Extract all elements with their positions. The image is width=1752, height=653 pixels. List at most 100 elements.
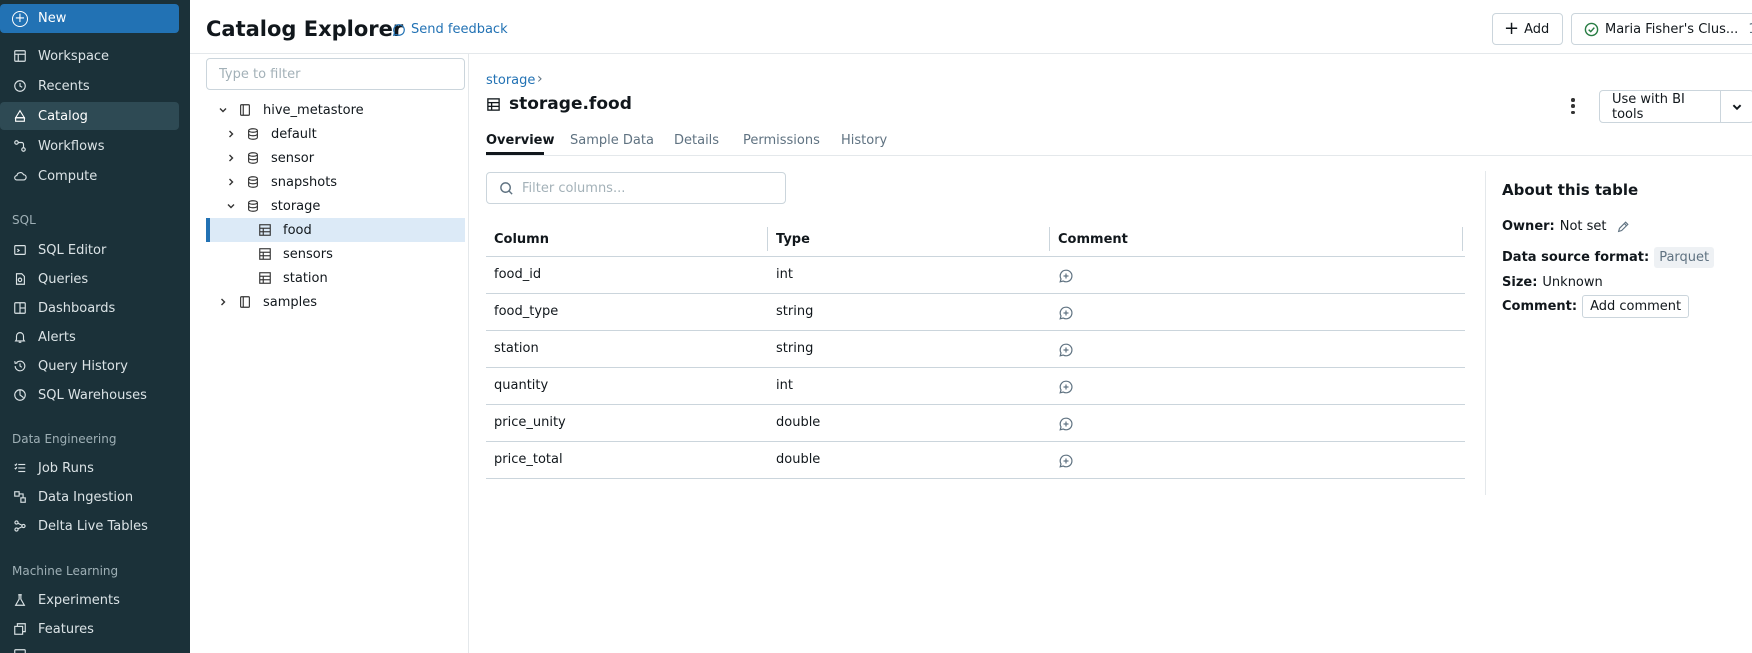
nav-item-dashboards[interactable]: Dashboards (0, 294, 179, 322)
nav-item-query-history[interactable]: Query History (0, 352, 179, 380)
nav-item-queries[interactable]: Queries (0, 265, 179, 293)
add-comment-button[interactable]: Add comment (1582, 295, 1690, 318)
send-feedback-link[interactable]: Send feedback (392, 22, 508, 37)
owner-label: Owner: (1502, 219, 1555, 234)
nav-item-label: Features (38, 621, 94, 637)
new-button[interactable]: + New (0, 4, 179, 33)
breadcrumb-storage[interactable]: storage (486, 73, 535, 88)
add-comment-icon[interactable] (1057, 341, 1075, 359)
nav-item-label: Dashboards (38, 300, 116, 316)
tree-node-station[interactable]: station (206, 266, 465, 290)
add-comment-icon[interactable] (1057, 267, 1075, 285)
format-pill: Parquet (1654, 247, 1715, 268)
chevron-down-icon (1732, 104, 1742, 110)
format-label: Data source format: (1502, 250, 1650, 265)
tree-node-sensor[interactable]: sensor (206, 146, 465, 170)
nav-item-sql-warehouses[interactable]: SQL Warehouses (0, 381, 179, 409)
table-row: price_total double (486, 442, 1465, 479)
more-options-icon[interactable] (1565, 96, 1581, 116)
warehouse-icon (12, 387, 28, 403)
chevron-right-icon (225, 128, 237, 140)
nav-item-compute[interactable]: Compute (0, 162, 179, 190)
nav-item-job-runs[interactable]: Job Runs (0, 454, 179, 482)
tree-node-samples[interactable]: samples (206, 290, 465, 314)
nav-item-partial[interactable] (0, 641, 179, 653)
chevron-down-icon (217, 104, 229, 116)
nav-item-label: Workflows (38, 138, 105, 154)
table-name: storage.food (509, 94, 632, 114)
column-filter[interactable] (486, 172, 786, 204)
nav-item-workspace[interactable]: Workspace (0, 42, 179, 70)
tab-details[interactable]: Details (674, 133, 719, 148)
tree-node-sensors[interactable]: sensors (206, 242, 465, 266)
nav-item-recents[interactable]: Recents (0, 72, 179, 100)
add-comment-icon[interactable] (1057, 304, 1075, 322)
tree-node-label: snapshots (271, 174, 338, 190)
database-icon (245, 198, 261, 214)
tree-node-default[interactable]: default (206, 122, 465, 146)
column-resize-handle[interactable] (767, 227, 768, 251)
tab-overview[interactable]: Overview (486, 133, 555, 148)
nav-item-sql-editor[interactable]: SQL Editor (0, 236, 179, 264)
database-icon (245, 126, 261, 142)
nav-item-label: Job Runs (38, 460, 94, 476)
table-icon (257, 270, 273, 286)
column-filter-input[interactable] (522, 180, 772, 196)
column-type-cell: string (776, 304, 814, 319)
nav-item-label: Delta Live Tables (38, 518, 148, 534)
workflows-icon (12, 138, 28, 154)
nav-item-label: Experiments (38, 592, 120, 608)
pencil-icon[interactable] (1616, 220, 1630, 234)
nav-item-catalog[interactable]: Catalog (0, 102, 179, 130)
comment-header: Comment (1058, 232, 1128, 247)
format-line: Data source format: Parquet (1502, 247, 1715, 268)
nav-item-alerts[interactable]: Alerts (0, 323, 179, 351)
tree-node-storage[interactable]: storage (206, 194, 465, 218)
nav-section-data-engineering: Data Engineering (12, 432, 117, 446)
database-icon (245, 150, 261, 166)
owner-value: Not set (1559, 219, 1607, 234)
add-comment-icon[interactable] (1057, 378, 1075, 396)
table-row: food_id int (486, 257, 1465, 294)
column-name-cell: food_id (494, 267, 542, 282)
nav-item-delta-live-tables[interactable]: Delta Live Tables (0, 512, 179, 540)
column-type-cell: int (776, 267, 793, 282)
tab-sample-data[interactable]: Sample Data (570, 133, 654, 148)
add-comment-icon[interactable] (1057, 415, 1075, 433)
add-button[interactable]: + Add (1492, 13, 1563, 45)
tab-history[interactable]: History (841, 133, 887, 148)
column-name-cell: station (494, 341, 539, 356)
bi-tools-dropdown-button[interactable] (1720, 90, 1752, 123)
catalog-book-icon (237, 294, 253, 310)
nav-item-workflows[interactable]: Workflows (0, 132, 179, 160)
tree-node-snapshots[interactable]: snapshots (206, 170, 465, 194)
nav-item-label: Query History (38, 358, 128, 374)
tab-permissions[interactable]: Permissions (743, 133, 820, 148)
type-header: Type (776, 232, 810, 247)
nav-item-experiments[interactable]: Experiments (0, 586, 179, 614)
cluster-selector[interactable]: Maria Fisher's Clus... 14 (1571, 13, 1752, 45)
column-resize-handle[interactable] (1049, 227, 1050, 251)
new-button-label: New (38, 11, 67, 26)
nav-item-data-ingestion[interactable]: Data Ingestion (0, 483, 179, 511)
nav-item-features[interactable]: Features (0, 615, 179, 643)
tree-node-hive-metastore[interactable]: hive_metastore (206, 98, 465, 122)
column-resize-handle[interactable] (1462, 227, 1463, 251)
tree-node-label: default (271, 126, 317, 142)
size-label: Size: (1502, 275, 1538, 290)
folder-icon (12, 48, 28, 64)
use-with-bi-tools-button[interactable]: Use with BI tools (1599, 90, 1721, 123)
queries-icon (12, 271, 28, 287)
tree-filter-input[interactable] (206, 58, 465, 90)
owner-line: Owner: Not set (1502, 219, 1630, 234)
tree-node-food[interactable]: food (206, 218, 465, 242)
column-name-cell: food_type (494, 304, 559, 319)
chevron-right-icon (217, 296, 229, 308)
cloud-icon (12, 168, 28, 184)
column-name-cell: price_unity (494, 415, 566, 430)
clock-icon (12, 78, 28, 94)
about-panel-divider (1485, 171, 1486, 495)
tabs-divider (486, 155, 1752, 156)
column-type-cell: string (776, 341, 814, 356)
add-comment-icon[interactable] (1057, 452, 1075, 470)
